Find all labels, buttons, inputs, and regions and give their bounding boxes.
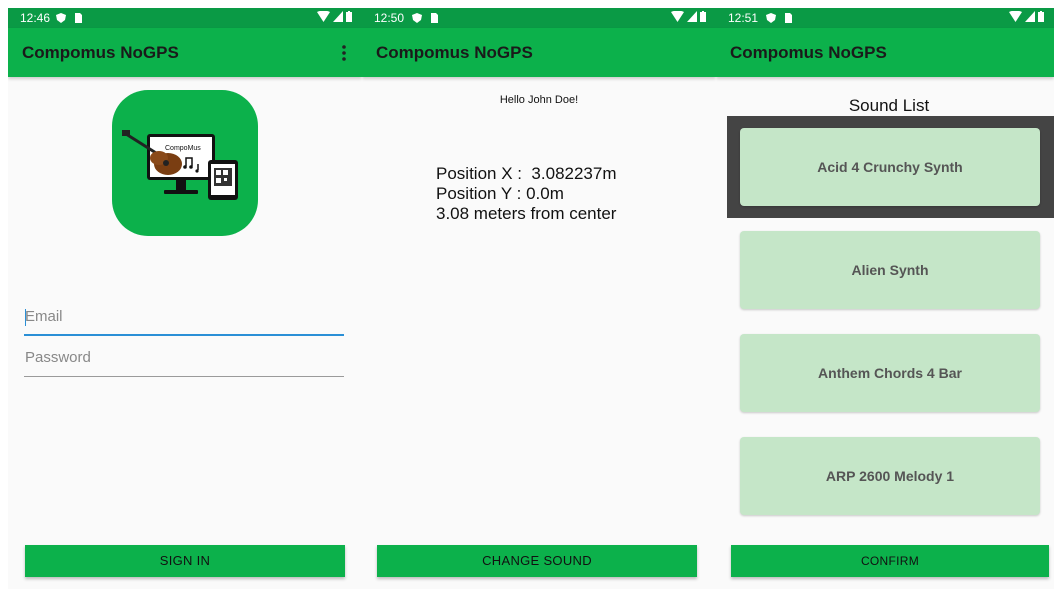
- shield-icon: [412, 13, 422, 23]
- distance-from-center: 3.08 meters from center: [436, 204, 617, 223]
- sim-icon: [785, 13, 792, 23]
- position-readout: Position X : 3.082237m Position Y : 0.0m…: [436, 164, 617, 224]
- wifi-icon: [671, 11, 684, 22]
- wifi-icon: [1009, 11, 1022, 22]
- app-bar: Compomus NoGPS: [716, 28, 1054, 77]
- battery-icon: [1038, 11, 1044, 22]
- app-logo: CompoMus: [112, 90, 258, 236]
- overflow-menu-icon[interactable]: [340, 42, 348, 64]
- status-icons: [317, 11, 352, 22]
- logo-illustration: [122, 130, 238, 200]
- app-bar: Compomus NoGPS: [362, 28, 716, 77]
- sound-item[interactable]: Alien Synth: [740, 231, 1040, 309]
- shield-icon: [56, 13, 66, 23]
- sound-item[interactable]: Acid 4 Crunchy Synth: [740, 128, 1040, 206]
- signal-icon: [687, 11, 697, 22]
- wifi-icon: [317, 11, 330, 22]
- password-field[interactable]: Password: [24, 349, 344, 377]
- sound-item[interactable]: Anthem Chords 4 Bar: [740, 334, 1040, 412]
- sign-in-button[interactable]: SIGN IN: [25, 545, 345, 577]
- sound-list-screen: 12:51 Compomus NoGPS Sound List Acid 4 C…: [716, 8, 1054, 589]
- sim-icon: [431, 13, 438, 23]
- change-sound-button[interactable]: CHANGE SOUND: [377, 545, 697, 577]
- signal-icon: [333, 11, 343, 22]
- position-screen: 12:50 Compomus NoGPS Hello John Doe! Pos…: [362, 8, 716, 589]
- status-icons: [671, 11, 706, 22]
- login-screen: 12:46 Compomus NoGPS CompoMus Email Pass…: [8, 8, 362, 589]
- position-x: Position X : 3.082237m: [436, 164, 617, 183]
- status-time: 12:50: [374, 11, 405, 25]
- greeting-text: Hello John Doe!: [499, 94, 579, 106]
- status-bar: 12:51: [716, 8, 1054, 28]
- app-title: Compomus NoGPS: [22, 43, 179, 62]
- status-bar: 12:46: [8, 8, 362, 28]
- sim-icon: [75, 13, 82, 23]
- password-underline: [24, 376, 344, 377]
- shield-icon: [766, 13, 776, 23]
- email-underline: [24, 334, 344, 336]
- battery-icon: [346, 11, 352, 22]
- status-bar: 12:50: [362, 8, 716, 28]
- status-time: 12:51: [728, 11, 759, 25]
- signal-icon: [1025, 11, 1035, 22]
- battery-icon: [700, 11, 706, 22]
- app-bar: Compomus NoGPS: [8, 28, 362, 77]
- position-y: Position Y : 0.0m: [436, 184, 564, 203]
- sound-item[interactable]: ARP 2600 Melody 1: [740, 437, 1040, 515]
- app-title: Compomus NoGPS: [730, 43, 887, 62]
- confirm-button[interactable]: CONFIRM: [731, 545, 1049, 577]
- email-field[interactable]: Email: [24, 308, 344, 336]
- status-icons: [1009, 11, 1044, 22]
- status-time: 12:46: [20, 11, 51, 25]
- app-title: Compomus NoGPS: [376, 43, 533, 62]
- logo-text: CompoMus: [165, 145, 201, 152]
- password-placeholder: Password: [25, 349, 91, 366]
- sound-list-title: Sound List: [848, 96, 930, 115]
- email-placeholder: Email: [25, 308, 63, 325]
